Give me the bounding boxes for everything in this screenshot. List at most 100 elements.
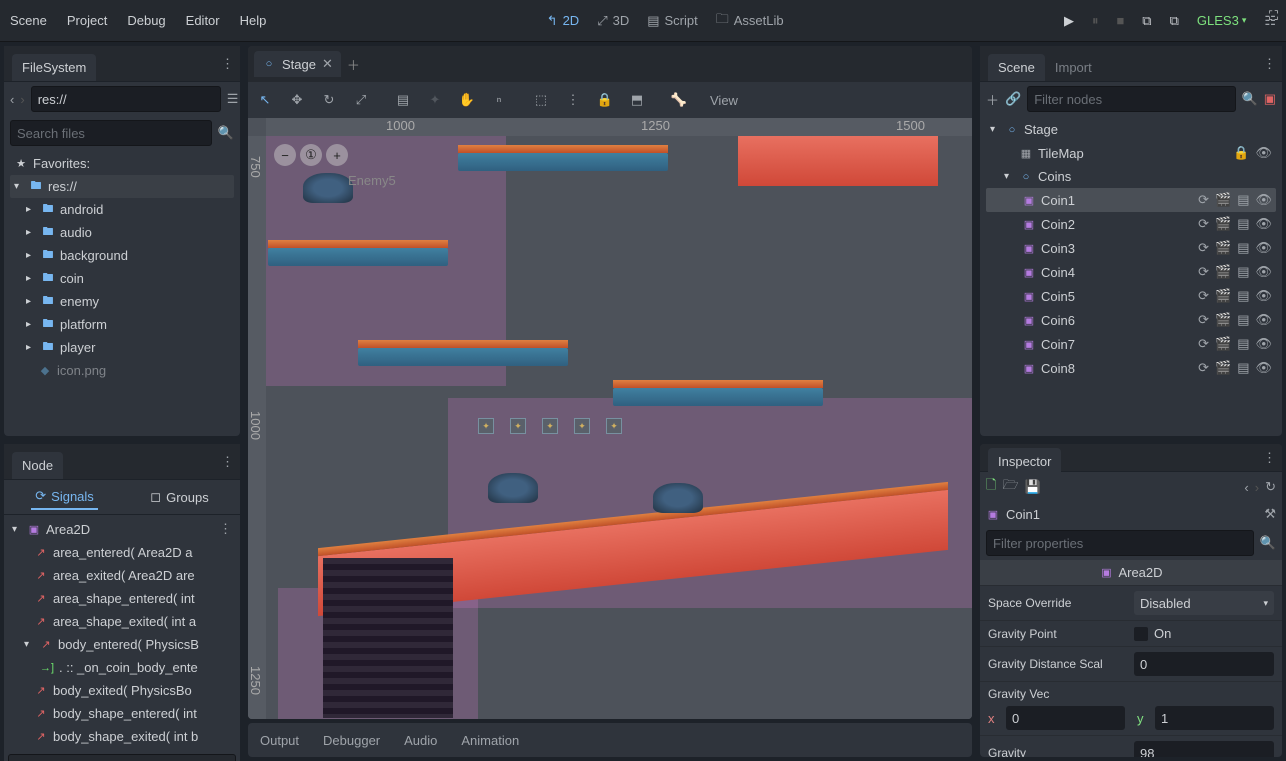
tab-assetlib[interactable]: 🗀 AssetLib xyxy=(716,10,784,32)
history-menu-icon[interactable]: ↻ xyxy=(1265,479,1276,495)
signals-tab[interactable]: ⟳Signals xyxy=(31,484,98,510)
import-dock-tab[interactable]: Import xyxy=(1045,54,1102,81)
scene-icon[interactable]: 🎬 xyxy=(1215,360,1231,376)
coin-row-Coin1[interactable]: ▣Coin1⟳🎬▤👁 xyxy=(986,188,1276,212)
list-select-icon[interactable]: ▤ xyxy=(392,92,414,108)
lock-icon[interactable]: 🔒 xyxy=(1233,145,1249,161)
scene-root-row[interactable]: ▾○Stage xyxy=(986,118,1276,141)
signal-class-row[interactable]: ▾▣Area2D⋮ xyxy=(8,517,236,541)
visibility-icon[interactable]: 👁 xyxy=(1255,216,1272,232)
select-tool-icon[interactable]: ↖ xyxy=(254,92,276,108)
link-node-button[interactable]: 🔗 xyxy=(1005,91,1021,107)
visibility-icon[interactable]: 👁 xyxy=(1255,192,1272,208)
folder-row-enemy[interactable]: ▸🖿enemy xyxy=(10,290,234,313)
script-icon[interactable]: ▤ xyxy=(1237,192,1249,208)
signal-icon[interactable]: ⟳ xyxy=(1198,192,1209,208)
signal-row[interactable]: ↗area_exited( Area2D are xyxy=(8,564,236,587)
groups-tab[interactable]: ◻Groups xyxy=(146,485,212,509)
zoom-reset-button[interactable]: ① xyxy=(300,144,322,166)
property-tools-icon[interactable]: ⚒ xyxy=(1264,506,1276,522)
res-root-row[interactable]: ▾🖿res:// xyxy=(10,175,234,198)
menu-project[interactable]: Project xyxy=(67,13,107,28)
tab-3d[interactable]: ⤢ 3D xyxy=(597,13,629,29)
resource-new-icon[interactable]: 🗋 xyxy=(986,476,996,498)
filesystem-tab[interactable]: FileSystem xyxy=(12,54,96,81)
renderer-dropdown[interactable]: GLES3 ▾ xyxy=(1197,13,1246,28)
scene-tab-stage[interactable]: ○ Stage ✕ xyxy=(254,51,341,77)
play-scene-button[interactable]: ⧉ xyxy=(1142,13,1151,29)
script-icon[interactable]: ▤ xyxy=(1237,312,1249,328)
view-toggle-icon[interactable]: ☰ xyxy=(227,91,239,107)
node-menu-icon[interactable]: ⋮ xyxy=(221,454,234,470)
snap-toggle-icon[interactable]: ⬚ xyxy=(530,92,552,108)
search-icon[interactable]: 🔍 xyxy=(1242,91,1258,107)
signal-row[interactable]: ↗body_exited( PhysicsBo xyxy=(8,679,236,702)
nav-fwd-button[interactable]: › xyxy=(20,92,24,107)
class-section-header[interactable]: ▣Area2D xyxy=(980,560,1282,585)
folder-row-player[interactable]: ▸🖿player xyxy=(10,336,234,359)
visibility-icon[interactable]: 👁 xyxy=(1255,336,1272,352)
script-icon[interactable]: ▤ xyxy=(1237,240,1249,256)
signal-icon[interactable]: ⟳ xyxy=(1198,264,1209,280)
coins-node-row[interactable]: ▾○Coins xyxy=(986,165,1276,188)
signal-row[interactable]: ↗area_shape_exited( int a xyxy=(8,610,236,633)
history-back-icon[interactable]: ‹ xyxy=(1244,480,1248,495)
path-input[interactable] xyxy=(31,86,221,112)
search-icon[interactable]: 🔍 xyxy=(218,125,234,141)
favorites-row[interactable]: ★Favorites: xyxy=(10,152,234,175)
add-node-button[interactable]: ＋ xyxy=(986,90,999,109)
tab-2d[interactable]: ↰ 2D xyxy=(547,13,580,29)
filter-nodes-input[interactable] xyxy=(1027,86,1235,112)
menu-editor[interactable]: Editor xyxy=(186,13,220,28)
move-tool-icon[interactable]: ✥ xyxy=(286,92,308,108)
visibility-icon[interactable]: 👁 xyxy=(1255,288,1272,304)
script-icon[interactable]: ▤ xyxy=(1237,336,1249,352)
signal-icon[interactable]: ⟳ xyxy=(1198,288,1209,304)
scene-icon[interactable]: 🎬 xyxy=(1215,240,1231,256)
coin-row-Coin5[interactable]: ▣Coin5⟳🎬▤👁 xyxy=(986,284,1276,308)
inspector-menu-icon[interactable]: ⋮ xyxy=(1263,450,1276,466)
signal-icon[interactable]: ⟳ xyxy=(1198,216,1209,232)
scene-icon[interactable]: 🎬 xyxy=(1215,192,1231,208)
scene-icon[interactable]: 🎬 xyxy=(1215,312,1231,328)
folder-row-audio[interactable]: ▸🖿audio xyxy=(10,221,234,244)
play-custom-button[interactable]: ⧉ xyxy=(1170,13,1179,29)
add-tab-button[interactable]: ＋ xyxy=(347,55,360,74)
scene-menu-icon[interactable]: ⋮ xyxy=(1263,56,1276,72)
debugger-tab[interactable]: Debugger xyxy=(323,733,380,748)
visibility-icon[interactable]: 👁 xyxy=(1255,360,1272,376)
folder-row-android[interactable]: ▸🖿android xyxy=(10,198,234,221)
coin-row-Coin4[interactable]: ▣Coin4⟳🎬▤👁 xyxy=(986,260,1276,284)
tilemap-row[interactable]: ▦TileMap🔒👁 xyxy=(986,141,1276,165)
tab-script[interactable]: ▤ Script xyxy=(647,13,698,29)
coin-row-Coin7[interactable]: ▣Coin7⟳🎬▤👁 xyxy=(986,332,1276,356)
signal-row[interactable]: ↗area_entered( Area2D a xyxy=(8,541,236,564)
signal-icon[interactable]: ⟳ xyxy=(1198,336,1209,352)
file-row[interactable]: ◆icon.png xyxy=(10,359,234,382)
script-extend-icon[interactable]: ▣ xyxy=(1264,91,1276,107)
script-icon[interactable]: ▤ xyxy=(1237,360,1249,376)
history-fwd-icon[interactable]: › xyxy=(1255,480,1259,495)
nav-back-button[interactable]: ‹ xyxy=(10,92,14,107)
snap-options-icon[interactable]: ⋮ xyxy=(562,92,584,108)
gravity-vec-y-input[interactable]: 1 xyxy=(1155,706,1274,730)
gravity-vec-x-input[interactable]: 0 xyxy=(1006,706,1125,730)
scene-icon[interactable]: 🎬 xyxy=(1215,336,1231,352)
audio-tab[interactable]: Audio xyxy=(404,733,437,748)
scene-icon[interactable]: 🎬 xyxy=(1215,264,1231,280)
coin-row-Coin6[interactable]: ▣Coin6⟳🎬▤👁 xyxy=(986,308,1276,332)
group-icon[interactable]: ⬒ xyxy=(626,92,648,108)
stop-button[interactable]: ■ xyxy=(1116,13,1124,28)
node-tab[interactable]: Node xyxy=(12,452,63,479)
signal-icon[interactable]: ⟳ xyxy=(1198,360,1209,376)
output-tab[interactable]: Output xyxy=(260,733,299,748)
connect-button[interactable]: Connect xyxy=(8,754,236,761)
folder-row-coin[interactable]: ▸🖿coin xyxy=(10,267,234,290)
bone-icon[interactable]: 🦴 xyxy=(668,92,690,108)
view-menu[interactable]: View xyxy=(710,93,738,108)
coin-row-Coin3[interactable]: ▣Coin3⟳🎬▤👁 xyxy=(986,236,1276,260)
script-icon[interactable]: ▤ xyxy=(1237,264,1249,280)
menu-debug[interactable]: Debug xyxy=(127,13,165,28)
canvas-viewport[interactable]: Enemy5 1000 1250 1500 750 1000 1250 − ① … xyxy=(248,118,972,719)
rotate-tool-icon[interactable]: ↻ xyxy=(318,92,340,108)
